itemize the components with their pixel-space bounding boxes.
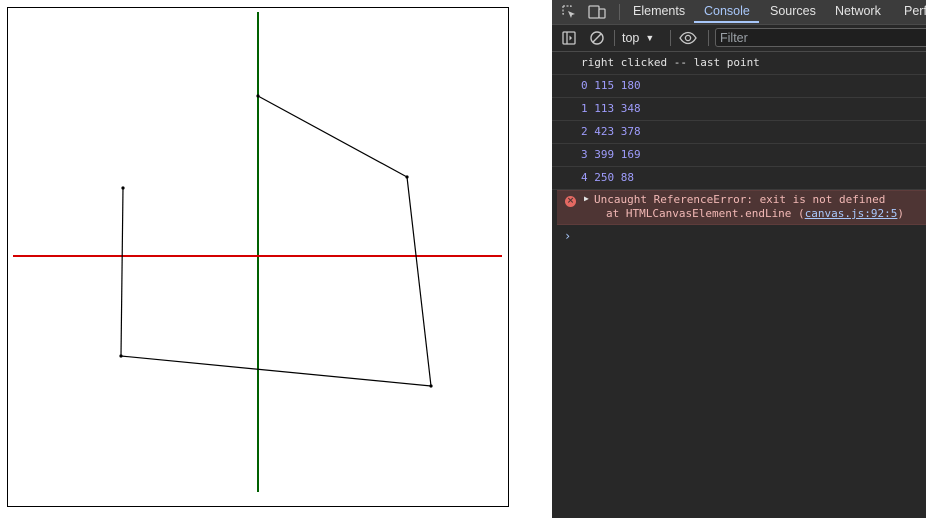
sidebar-toggle-icon[interactable] [560,29,578,47]
tab-elements[interactable]: Elements [633,0,685,24]
drawing-canvas[interactable] [7,7,509,507]
stack-trace-close: ) [897,207,905,220]
toolbar-separator [670,30,671,46]
polyline-vertex [429,384,433,388]
toolbar-separator [708,30,709,46]
console-log-line: 1 113 348 [552,98,926,121]
devtools-tab-bar: Elements Console Sources Network Perfo [552,0,926,25]
error-text: Uncaught ReferenceError: exit is not def… [594,193,886,206]
expand-triangle-icon[interactable]: ▶ [584,194,589,203]
tab-separator [619,4,620,20]
prompt-chevron-icon: › [564,229,572,243]
devtools-panel: Elements Console Sources Network Perfo t… [552,0,926,518]
tab-sources[interactable]: Sources [770,0,816,24]
active-tab-indicator [694,21,759,23]
device-toolbar-icon[interactable] [588,3,606,21]
web-page [0,0,552,518]
console-filter-input[interactable]: Filter [715,28,926,47]
console-log-list: right clicked -- last point 0 115 180 1 11… [552,52,926,190]
error-stack-trace: at HTMLCanvasElement.endLine (canvas.js:… [606,207,904,220]
toolbar-separator [614,30,615,46]
context-selector[interactable]: top ▼ [622,29,654,47]
canvas-drawing[interactable] [8,8,508,506]
polyline-vertex [121,186,125,190]
console-toolbar: top ▼ Filter [552,25,926,52]
tab-performance[interactable]: Perfo [904,0,926,24]
console-log-line: 3 399 169 [552,144,926,167]
console-output: right clicked -- last point 0 115 180 1 11… [552,52,926,247]
console-log-line: right clicked -- last point [552,52,926,75]
error-x-icon: × [565,196,576,207]
console-log-line: 2 423 378 [552,121,926,144]
polyline-segment [406,176,432,387]
console-log-line: 4 250 88 [552,167,926,190]
polyline-vertex [256,94,260,98]
stack-trace-text: at HTMLCanvasElement.endLine ( [606,207,805,220]
polyline-segment [257,95,408,178]
source-link[interactable]: canvas.js:92:5 [805,207,898,220]
console-log-line: 0 115 180 [552,75,926,98]
inspect-element-icon[interactable] [560,3,578,21]
clear-console-icon[interactable] [588,29,606,47]
polyline-vertex [119,354,123,358]
polyline-segment [120,187,124,357]
polyline-vertex [405,175,409,179]
polyline-segment [120,355,432,387]
dropdown-triangle-icon: ▼ [645,33,655,43]
console-prompt[interactable]: › [552,225,926,247]
live-expression-eye-icon[interactable] [679,29,697,47]
polyline-layer [119,94,433,388]
context-label: top [622,31,640,45]
console-error-message: × ▶ Uncaught ReferenceError: exit is not… [557,190,926,225]
tab-network[interactable]: Network [835,0,881,24]
